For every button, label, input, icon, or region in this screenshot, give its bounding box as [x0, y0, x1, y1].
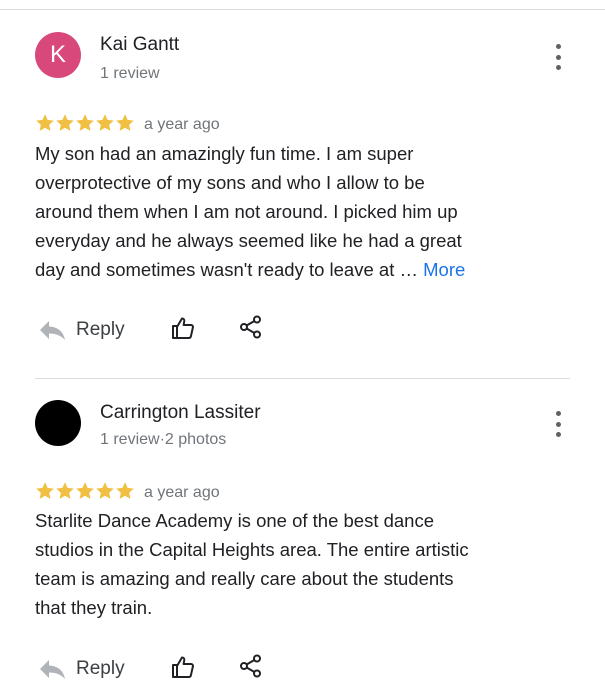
star-rating: [35, 481, 135, 501]
more-vertical-icon: [555, 411, 561, 416]
share-button[interactable]: [239, 654, 263, 683]
star-icon: [116, 114, 134, 131]
review-actions: Reply: [38, 315, 261, 345]
review-text-line: studios in the Capital Heights area. The…: [35, 539, 469, 560]
star-icon: [76, 114, 94, 131]
star-icon: [96, 482, 114, 499]
more-vertical-icon-dot: [555, 432, 561, 437]
reply-button[interactable]: Reply: [38, 658, 125, 680]
rating-row: a year ago: [35, 113, 220, 133]
star-icon: [36, 482, 54, 499]
review-divider: [35, 378, 570, 379]
reply-arrow-icon: [40, 321, 65, 340]
top-divider: [0, 9, 605, 10]
share-icon: [240, 315, 261, 339]
rating-row: a year ago: [35, 481, 220, 501]
review-text-line: that they train.: [35, 597, 153, 618]
star-icon: [76, 482, 94, 499]
more-link[interactable]: More: [423, 259, 465, 280]
review-actions: Reply: [38, 654, 261, 684]
review-text-line: everyday and he always seemed like he ha…: [35, 230, 462, 251]
avatar[interactable]: [35, 400, 81, 446]
reviewer-meta[interactable]: 1 review: [100, 65, 160, 83]
reply-button[interactable]: Reply: [38, 319, 125, 341]
review-text-truncated: day and sometimes wasn't ready to leave …: [35, 259, 418, 280]
reply-label: Reply: [76, 319, 125, 340]
like-button[interactable]: [171, 316, 195, 345]
reply-arrow-icon: [40, 660, 65, 679]
review-text-line: My son had an amazingly fun time. I am s…: [35, 143, 414, 164]
review-text-line: around them when I am not around. I pick…: [35, 201, 458, 222]
more-vertical-icon-dot: [555, 421, 561, 427]
share-icon: [240, 654, 261, 678]
star-icon: [116, 482, 134, 499]
thumbs-up-icon: [172, 317, 194, 339]
review-text-line-last: day and sometimes wasn't ready to leave …: [35, 255, 575, 284]
reply-label: Reply: [76, 658, 125, 679]
star-icon: [56, 114, 74, 131]
more-options-button[interactable]: [550, 44, 566, 70]
more-vertical-icon-dot: [555, 65, 561, 70]
review-text: My son had an amazingly fun time. I am s…: [35, 139, 575, 284]
share-button[interactable]: [239, 315, 263, 344]
more-vertical-icon-dot: [555, 54, 561, 60]
review-text-line: overprotective of my sons and who I allo…: [35, 172, 425, 193]
avatar-letter: K: [49, 41, 66, 68]
review-text: Starlite Dance Academy is one of the bes…: [35, 506, 575, 622]
thumbs-up-icon: [172, 656, 194, 678]
reviewer-name[interactable]: Carrington Lassiter: [100, 402, 261, 424]
star-icon: [56, 482, 74, 499]
reviewer-meta[interactable]: 1 review·2 photos: [100, 431, 226, 449]
like-button[interactable]: [171, 655, 195, 684]
review-date: a year ago: [144, 116, 220, 133]
review-date: a year ago: [144, 484, 220, 501]
more-options-button[interactable]: [550, 411, 566, 437]
review-text-line: team is amazing and really care about th…: [35, 568, 454, 589]
reviewer-name[interactable]: Kai Gantt: [100, 34, 179, 56]
review-text-line: Starlite Dance Academy is one of the bes…: [35, 510, 435, 531]
star-icon: [36, 114, 54, 131]
star-icon: [96, 114, 114, 131]
more-vertical-icon: [555, 44, 561, 49]
star-rating: [35, 113, 135, 133]
avatar[interactable]: K: [35, 32, 81, 78]
